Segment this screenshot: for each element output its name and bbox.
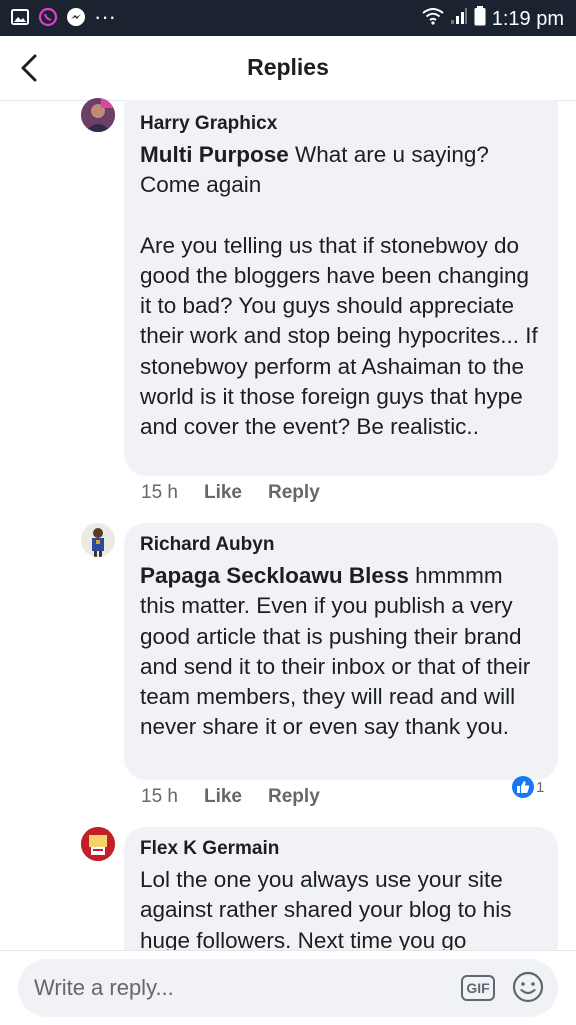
reply-button[interactable]: Reply: [268, 482, 320, 504]
comment-bubble[interactable]: Flex K Germain Lol the one you always us…: [124, 827, 558, 967]
page-title: Replies: [247, 54, 329, 80]
gallery-icon: [10, 7, 30, 27]
signal-icon: [450, 7, 468, 31]
comment-text: Lol the one you always use your site aga…: [140, 867, 512, 953]
reaction-summary[interactable]: 1: [512, 776, 544, 798]
gif-button[interactable]: GIF: [461, 975, 495, 1001]
comment-time: 15 h: [141, 482, 178, 503]
battery-icon: [474, 6, 486, 32]
reaction-count: 1: [536, 778, 545, 796]
comment-text: Papaga Seckloawu Bless hmmmm this matter…: [140, 561, 542, 743]
avatar-harry[interactable]: [81, 98, 115, 132]
comment-time: 15 h: [141, 786, 178, 807]
comment-text: Multi Purpose What are u saying? Come ag…: [140, 140, 542, 201]
comment-author[interactable]: Flex K Germain: [140, 837, 542, 861]
comment-actions: 15 h Like Reply: [141, 786, 320, 808]
wifi-icon: [422, 7, 444, 31]
more-notifications-dots: ···: [94, 4, 116, 29]
reply-button[interactable]: Reply: [268, 786, 320, 808]
comment-bubble[interactable]: Harry Graphicx Multi Purpose What are u …: [124, 100, 558, 476]
reply-composer: Write a reply... GIF: [0, 950, 576, 1025]
avatar-richard[interactable]: [81, 523, 115, 557]
clock-time: 1:19 pm: [491, 7, 564, 30]
comment-text-part: hmmmm this matter. Even if you publish a…: [140, 563, 531, 740]
whatsapp-icon: [38, 7, 58, 27]
comment-author[interactable]: Harry Graphicx: [140, 112, 542, 136]
reply-input[interactable]: Write a reply... GIF: [18, 959, 558, 1017]
header-bar: Replies: [0, 36, 576, 101]
reply-placeholder: Write a reply...: [34, 975, 174, 1000]
status-bar: ··· 1:19 pm: [0, 0, 576, 36]
comment-author[interactable]: Richard Aubyn: [140, 533, 542, 557]
messenger-icon: [66, 7, 86, 27]
like-reaction-icon: [512, 776, 534, 798]
comment-text-paragraph: Are you telling us that if stonebwoy do …: [140, 232, 538, 440]
comment-bubble[interactable]: Richard Aubyn Papaga Seckloawu Bless hmm…: [124, 523, 558, 780]
comment-actions: 15 h Like Reply: [141, 482, 320, 504]
emoji-icon[interactable]: [512, 971, 544, 1003]
mention-tag[interactable]: Multi Purpose: [140, 142, 289, 167]
mention-tag[interactable]: Papaga Seckloawu Bless: [140, 563, 409, 588]
like-button[interactable]: Like: [204, 786, 242, 808]
like-button[interactable]: Like: [204, 482, 242, 504]
avatar-flex[interactable]: [81, 827, 115, 861]
